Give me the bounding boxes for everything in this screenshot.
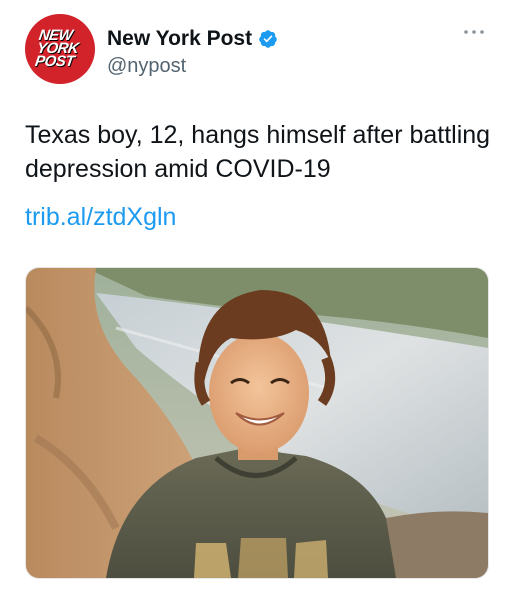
verified-badge-icon: [258, 29, 278, 49]
author-name-row: New York Post: [107, 26, 278, 52]
author-display-name[interactable]: New York Post: [107, 27, 252, 51]
avatar[interactable]: NEW YORK POST: [25, 14, 95, 84]
nypost-logo: NEW YORK POST: [33, 27, 81, 70]
logo-line-post: POST: [33, 53, 76, 70]
tweet-media-photo[interactable]: [25, 267, 489, 579]
tweet-link[interactable]: trib.al/ztdXgln: [25, 200, 176, 234]
author-handle[interactable]: @nypost: [107, 55, 186, 78]
more-options-icon[interactable]: [460, 22, 488, 42]
tweet-text: Texas boy, 12, hangs himself after battl…: [25, 121, 491, 183]
tweet-card: NEW YORK POST New York Post @nypost Texa…: [0, 0, 512, 600]
photo-of-smiling-boy-by-river-icon: [26, 268, 488, 578]
